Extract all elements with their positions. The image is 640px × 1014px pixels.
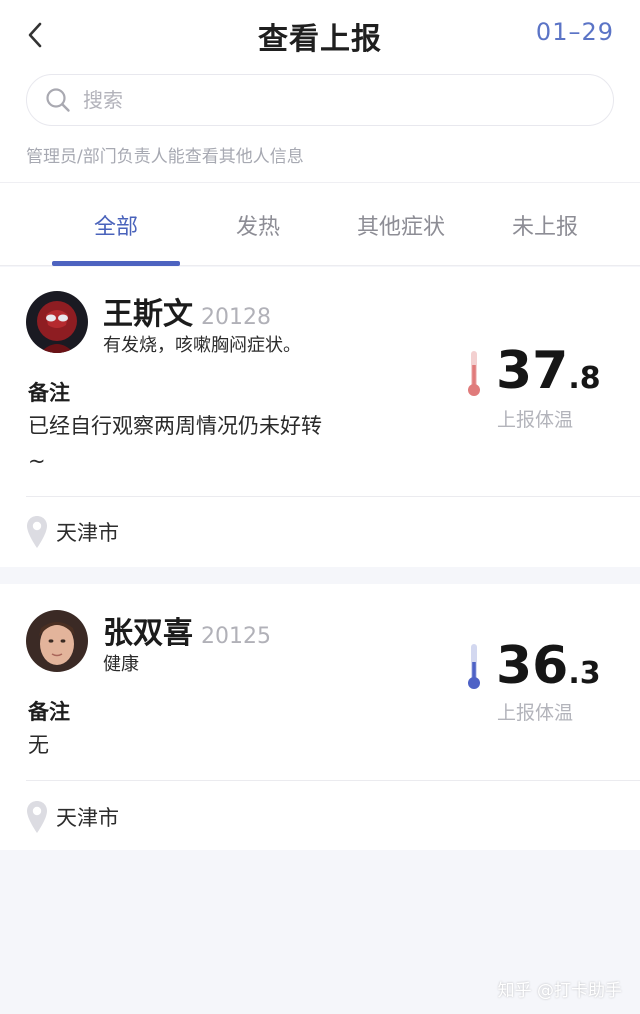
avatar <box>26 291 88 353</box>
divider <box>26 496 640 497</box>
reported-temperature: 37.8 <box>496 341 601 401</box>
divider <box>26 780 640 781</box>
search-bar[interactable] <box>26 74 614 126</box>
tab-fever[interactable]: 发热 <box>178 183 338 267</box>
avatar <box>26 610 88 672</box>
thermometer-icon <box>468 351 480 396</box>
active-tab-indicator <box>52 261 180 266</box>
location-text: 天津市 <box>56 521 119 545</box>
health-status: 健康 <box>103 654 139 675</box>
temperature-label: 上报体温 <box>497 702 574 724</box>
tab-not-reported[interactable]: 未上报 <box>465 183 625 267</box>
location-pin-icon <box>27 801 47 833</box>
location: 天津市 <box>26 515 119 549</box>
note-text: 无 <box>28 733 49 757</box>
tab-bar: 全部 发热 其他症状 未上报 <box>0 182 640 266</box>
report-page: 查看上报 01–29 管理员/部门负责人能查看其他人信息 全部 发热 其他症状 … <box>0 0 640 1014</box>
note-text: 已经自行观察两周情况仍未好转~ <box>28 414 322 473</box>
person-name: 张双喜 20125 <box>103 616 271 651</box>
header: 查看上报 01–29 管理员/部门负责人能查看其他人信息 <box>0 0 640 182</box>
permission-hint: 管理员/部门负责人能查看其他人信息 <box>26 147 304 167</box>
report-card[interactable]: 王斯文 20128 有发烧，咳嗽胸闷症状。 备注 已经自行观察两周情况仍未好转~ … <box>0 267 640 567</box>
employee-id: 20125 <box>201 624 271 649</box>
report-card[interactable]: 张双喜 20125 健康 备注 无 36.3 上报体温 天津市 <box>0 584 640 850</box>
location-pin-icon <box>27 516 47 548</box>
thermometer-icon <box>468 644 480 689</box>
watermark: 知乎 @打卡助手 <box>497 981 622 1001</box>
location: 天津市 <box>26 800 119 834</box>
search-icon <box>46 88 70 112</box>
note-label: 备注 <box>28 381 70 405</box>
note-label: 备注 <box>28 700 70 724</box>
health-status: 有发烧，咳嗽胸闷症状。 <box>103 335 301 356</box>
search-input[interactable] <box>83 88 563 112</box>
temperature-label: 上报体温 <box>497 409 574 431</box>
tab-all[interactable]: 全部 <box>36 183 196 267</box>
location-text: 天津市 <box>56 806 119 830</box>
tab-other-symptoms[interactable]: 其他症状 <box>321 183 481 267</box>
employee-id: 20128 <box>201 305 271 330</box>
reported-temperature: 36.3 <box>496 636 601 696</box>
person-name: 王斯文 20128 <box>103 297 271 332</box>
date-selector[interactable]: 01–29 <box>536 18 614 46</box>
